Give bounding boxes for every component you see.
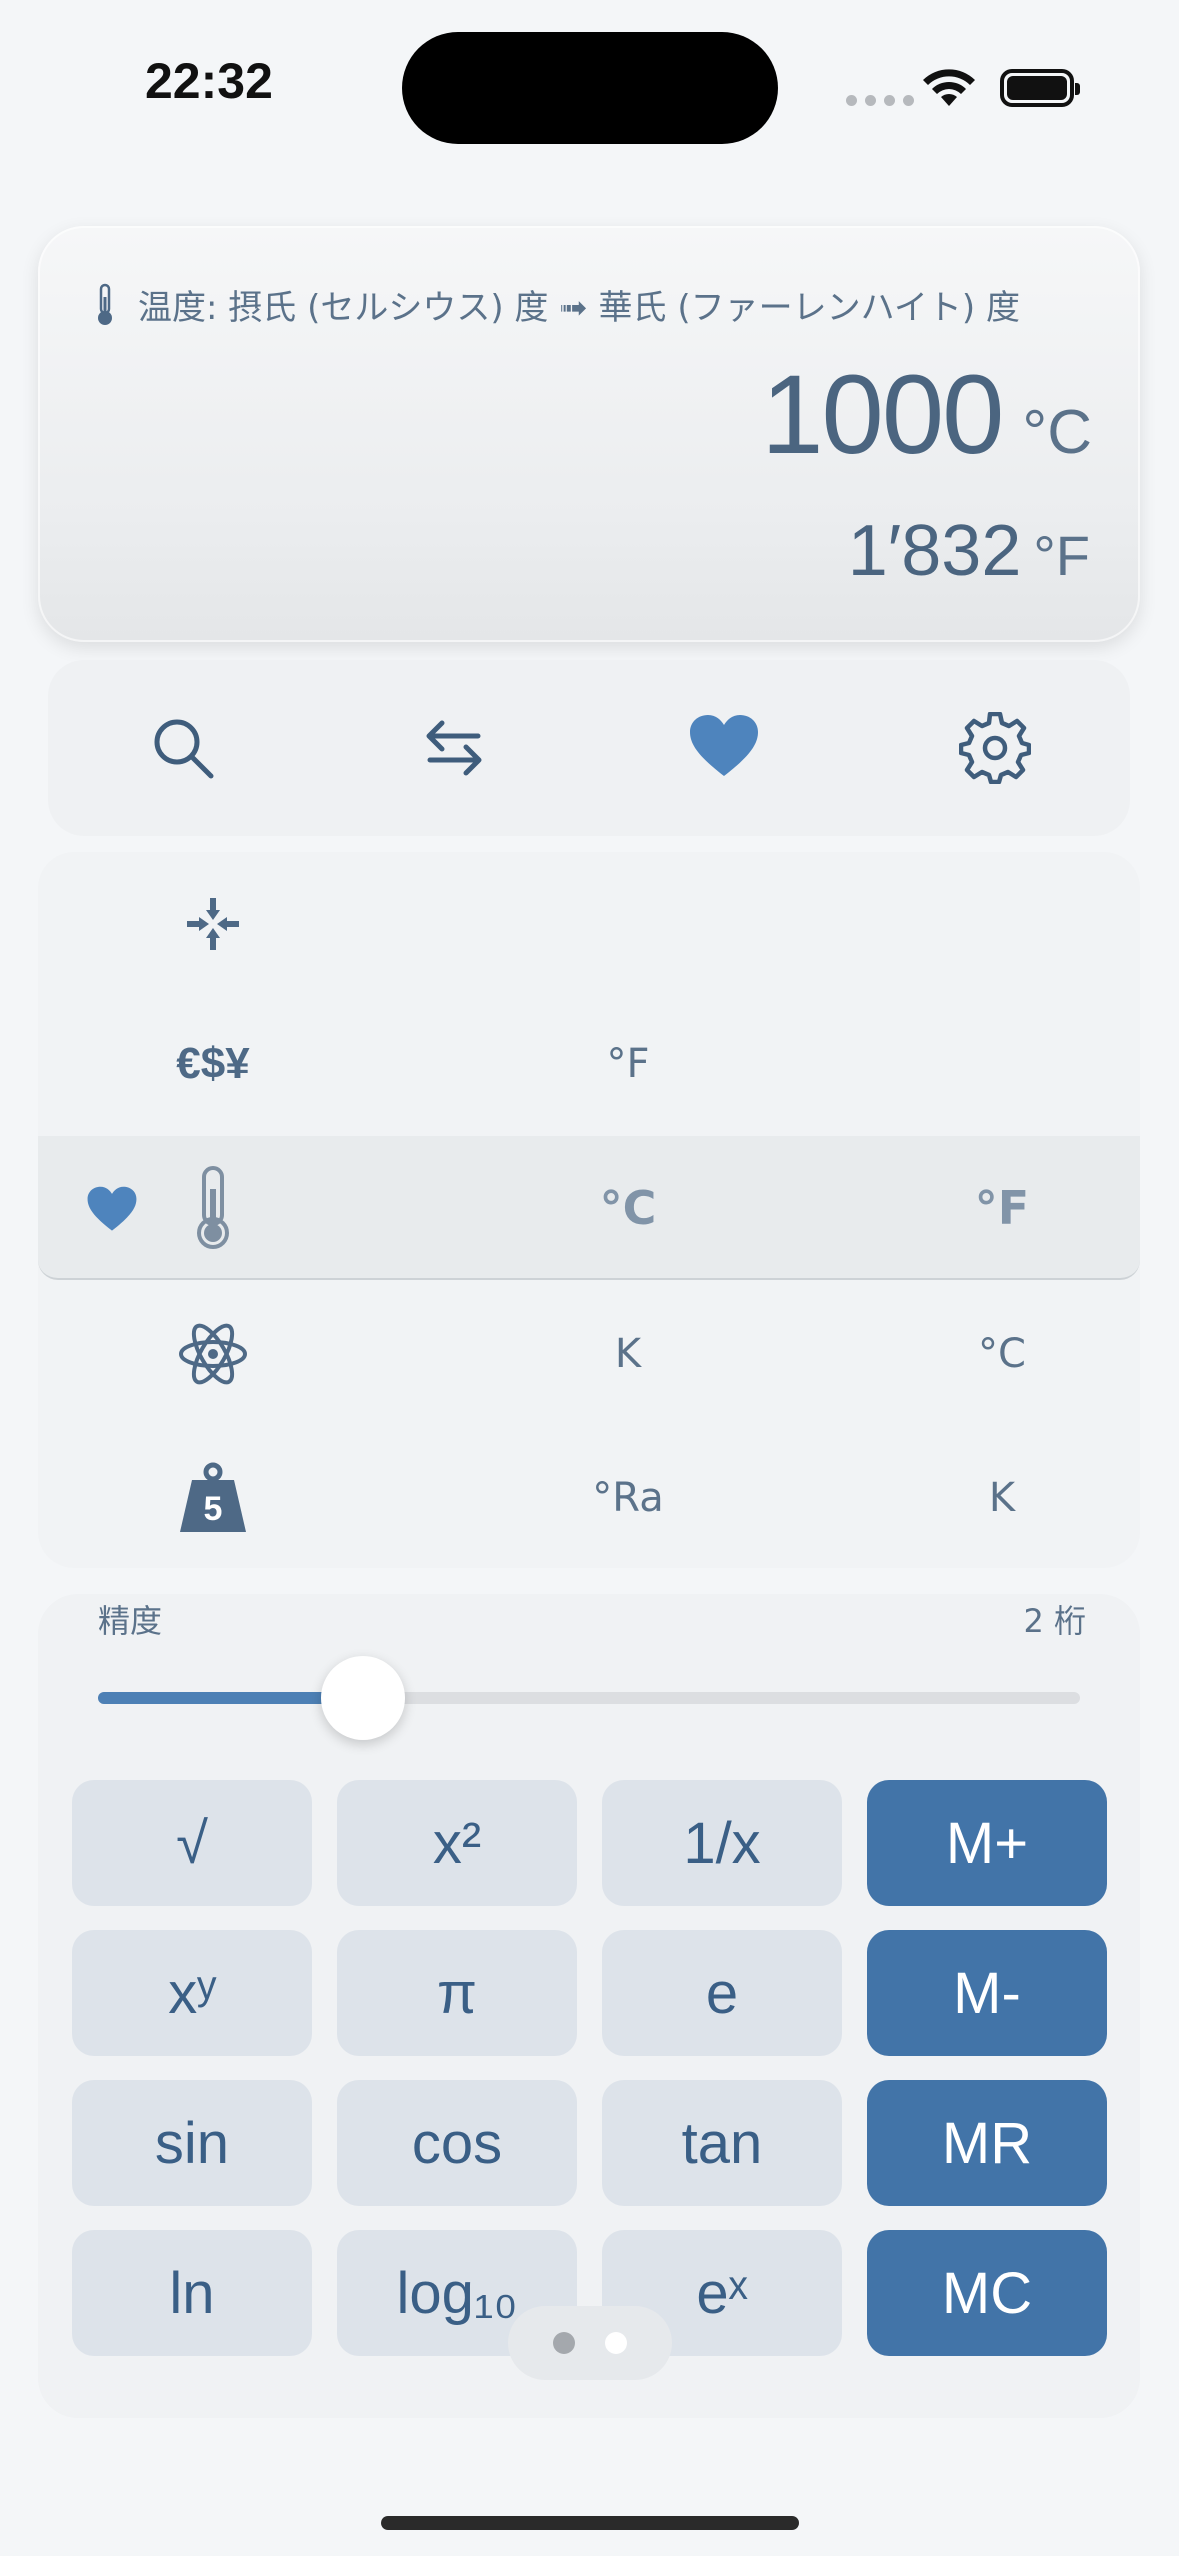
icon-cell xyxy=(168,852,258,996)
input-value[interactable]: 1000 xyxy=(761,350,1004,479)
key-15[interactable]: MC xyxy=(867,2230,1107,2356)
to-unit: K xyxy=(988,1475,1016,1521)
search-icon xyxy=(154,719,214,779)
picker-row[interactable]: K °C xyxy=(38,1282,1140,1426)
toolbar xyxy=(48,660,1130,836)
input-unit: °C xyxy=(1022,398,1092,467)
conversion-header: 温度: 摂氏 (セルシウス) 度 ➟ 華氏 (ファーレンハイト) 度 xyxy=(94,280,1020,329)
dynamic-island xyxy=(402,32,778,144)
icon-cell xyxy=(168,1282,258,1426)
battery-icon xyxy=(1000,69,1080,107)
search-button[interactable] xyxy=(133,698,233,798)
from-unit: °C xyxy=(599,1181,657,1235)
key-3[interactable]: M+ xyxy=(867,1780,1107,1906)
page-dot[interactable] xyxy=(553,2332,575,2354)
atom-icon xyxy=(179,1323,247,1385)
weight-icon: 5 xyxy=(178,1462,248,1534)
from-unit: °Ra xyxy=(592,1475,664,1521)
scientific-panel: 精度 2 桁 √ x² 1/x M+ xʸ π e M-sin cos tan MR ln log₁₀ e… xyxy=(38,1594,1140,2418)
to-unit xyxy=(852,992,1140,1136)
key-6[interactable]: e xyxy=(602,1930,842,2056)
from-unit: K xyxy=(614,1331,642,1377)
picker-row[interactable]: €$¥ °F xyxy=(38,992,1140,1136)
picker-row-selected[interactable]: °C °F xyxy=(38,1136,1140,1280)
picker-row[interactable]: 5 °Ra K xyxy=(38,1426,1140,1568)
key-11[interactable]: MR xyxy=(867,2080,1107,2206)
key-7[interactable]: M- xyxy=(867,1930,1107,2056)
precision-value: 2 桁 xyxy=(1023,1602,1086,1640)
page-dot-current[interactable] xyxy=(605,2332,627,2354)
key-1[interactable]: x² xyxy=(337,1780,577,1906)
from-unit: °F xyxy=(606,1041,650,1087)
key-10[interactable]: tan xyxy=(602,2080,842,2206)
favorite-heart-icon[interactable] xyxy=(86,1186,138,1232)
gear-icon xyxy=(958,712,1031,784)
status-time: 22:32 xyxy=(145,53,273,109)
currency-icon: €$¥ xyxy=(176,1039,250,1088)
key-12[interactable]: ln xyxy=(72,2230,312,2356)
input-row[interactable]: 1000 °C xyxy=(761,350,1092,479)
precision-label: 精度 xyxy=(98,1602,163,1640)
unit-picker[interactable]: €$¥ °F °C °F K °C 5 °Ra K xyxy=(38,852,1140,1568)
weight-label: 5 xyxy=(203,1490,223,1528)
from-unit xyxy=(478,852,778,996)
favorites-button[interactable] xyxy=(674,698,774,798)
swap-button[interactable] xyxy=(404,698,504,798)
conversion-display: 温度: 摂氏 (セルシウス) 度 ➟ 華氏 (ファーレンハイト) 度 1000 … xyxy=(38,226,1140,642)
icon-cell: €$¥ xyxy=(168,992,258,1136)
output-value: 1′832 xyxy=(847,511,1022,591)
thermometer-icon xyxy=(98,283,112,325)
home-indicator[interactable] xyxy=(381,2516,799,2530)
slider-thumb[interactable] xyxy=(321,1656,406,1740)
compress-arrows-icon xyxy=(187,898,239,950)
icon-cell xyxy=(168,1136,258,1280)
conversion-title: 温度: 摂氏 (セルシウス) 度 ➟ 華氏 (ファーレンハイト) 度 xyxy=(138,288,1020,328)
heart-icon xyxy=(690,715,759,776)
icon-cell: 5 xyxy=(168,1426,258,1568)
to-unit: °F xyxy=(974,1181,1030,1235)
key-8[interactable]: sin xyxy=(72,2080,312,2206)
key-0[interactable]: √ xyxy=(72,1780,312,1906)
swap-icon xyxy=(426,720,482,776)
to-unit xyxy=(852,852,1140,996)
picker-row[interactable] xyxy=(38,852,1140,996)
wifi-icon xyxy=(923,69,975,106)
key-9[interactable]: cos xyxy=(337,2080,577,2206)
output-unit: °F xyxy=(1033,524,1090,587)
key-2[interactable]: 1/x xyxy=(602,1780,842,1906)
settings-button[interactable] xyxy=(945,698,1045,798)
key-5[interactable]: π xyxy=(337,1930,577,2056)
keypad: √ x² 1/x M+ xʸ π e M-sin cos tan MR ln log₁₀ eˣ MC xyxy=(72,1780,1108,2356)
page-indicator[interactable] xyxy=(508,2306,672,2380)
to-unit: °C xyxy=(978,1331,1026,1377)
cellular-signal-icon xyxy=(846,95,914,106)
output-row: 1′832 °F xyxy=(848,510,1090,592)
thermometer-icon xyxy=(197,1166,229,1249)
key-4[interactable]: xʸ xyxy=(72,1930,312,2056)
precision-slider[interactable] xyxy=(98,1656,1080,1740)
